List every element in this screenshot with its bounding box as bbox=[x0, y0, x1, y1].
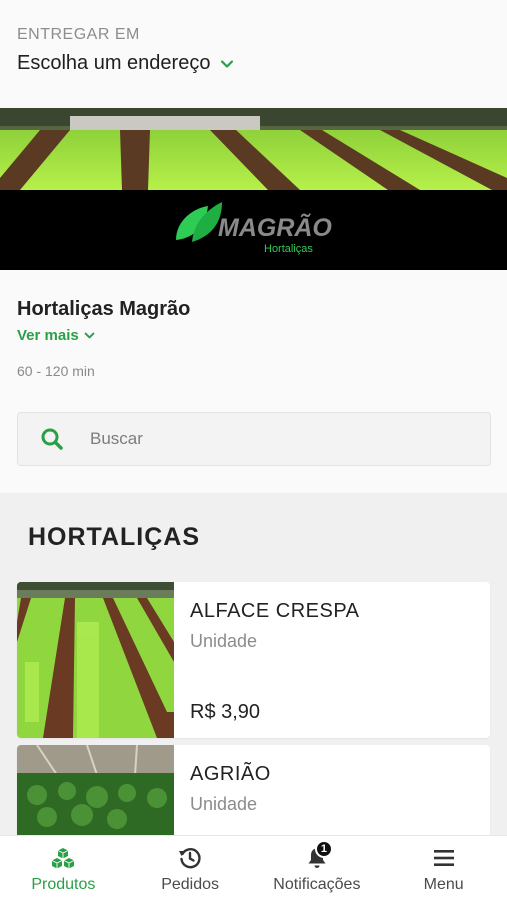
product-catalog: HORTALIÇAS ALFACE CRESPA Unidade R$ 3,90… bbox=[0, 493, 507, 900]
tab-pedidos[interactable]: Pedidos bbox=[127, 836, 254, 900]
see-more-label: Ver mais bbox=[17, 327, 79, 344]
brand-name: MAGRÃO bbox=[218, 212, 332, 242]
choose-address-button[interactable]: Escolha um endereço bbox=[17, 52, 490, 75]
product-price: R$ 3,90 bbox=[190, 701, 261, 723]
brand-sub: Hortaliças bbox=[264, 243, 313, 255]
history-icon bbox=[179, 848, 201, 869]
store-name: Hortaliças Magrão bbox=[17, 298, 191, 320]
tab-label: Pedidos bbox=[161, 876, 220, 893]
product-unit: Unidade bbox=[190, 631, 258, 651]
product-card[interactable]: ALFACE CRESPA Unidade R$ 3,90 bbox=[17, 582, 490, 738]
tab-notificacoes[interactable]: 1 Notificações bbox=[254, 836, 381, 900]
search-placeholder: Buscar bbox=[90, 429, 143, 448]
delivery-time: 60 - 120 min bbox=[17, 363, 95, 379]
notification-badge: 1 bbox=[314, 840, 333, 858]
deliver-to-label: ENTREGAR EM bbox=[17, 26, 140, 43]
tab-label: Menu bbox=[423, 876, 464, 893]
tab-produtos[interactable]: Produtos bbox=[0, 836, 127, 900]
search-icon bbox=[41, 428, 63, 450]
bottom-tab-bar: Produtos Pedidos 1 Notificações Menu bbox=[0, 835, 507, 900]
product-image bbox=[17, 582, 174, 738]
hamburger-menu-icon bbox=[433, 850, 454, 866]
tab-label: Produtos bbox=[31, 876, 96, 893]
store-banner: MAGRÃO Hortaliças bbox=[0, 108, 507, 270]
banner-image: MAGRÃO Hortaliças bbox=[0, 108, 507, 270]
search-field[interactable]: Buscar bbox=[17, 412, 491, 466]
boxes-icon bbox=[52, 848, 75, 869]
section-title: HORTALIÇAS bbox=[28, 523, 201, 551]
see-more-link[interactable]: Ver mais bbox=[17, 327, 490, 344]
choose-address-label: Escolha um endereço bbox=[17, 52, 211, 74]
product-name: AGRIÃO bbox=[190, 763, 271, 785]
tab-label: Notificações bbox=[273, 876, 361, 893]
tab-menu[interactable]: Menu bbox=[380, 836, 507, 900]
app-screen: ENTREGAR EM Escolha um endereço MAGRÃO H… bbox=[0, 0, 507, 900]
store-info: Hortaliças Magrão Ver mais 60 - 120 min bbox=[17, 298, 490, 379]
product-name: ALFACE CRESPA bbox=[190, 600, 360, 622]
chevron-down-icon bbox=[84, 332, 95, 339]
chevron-down-icon bbox=[221, 59, 234, 68]
delivery-address-header: ENTREGAR EM Escolha um endereço bbox=[0, 0, 507, 108]
product-unit: Unidade bbox=[190, 794, 258, 814]
